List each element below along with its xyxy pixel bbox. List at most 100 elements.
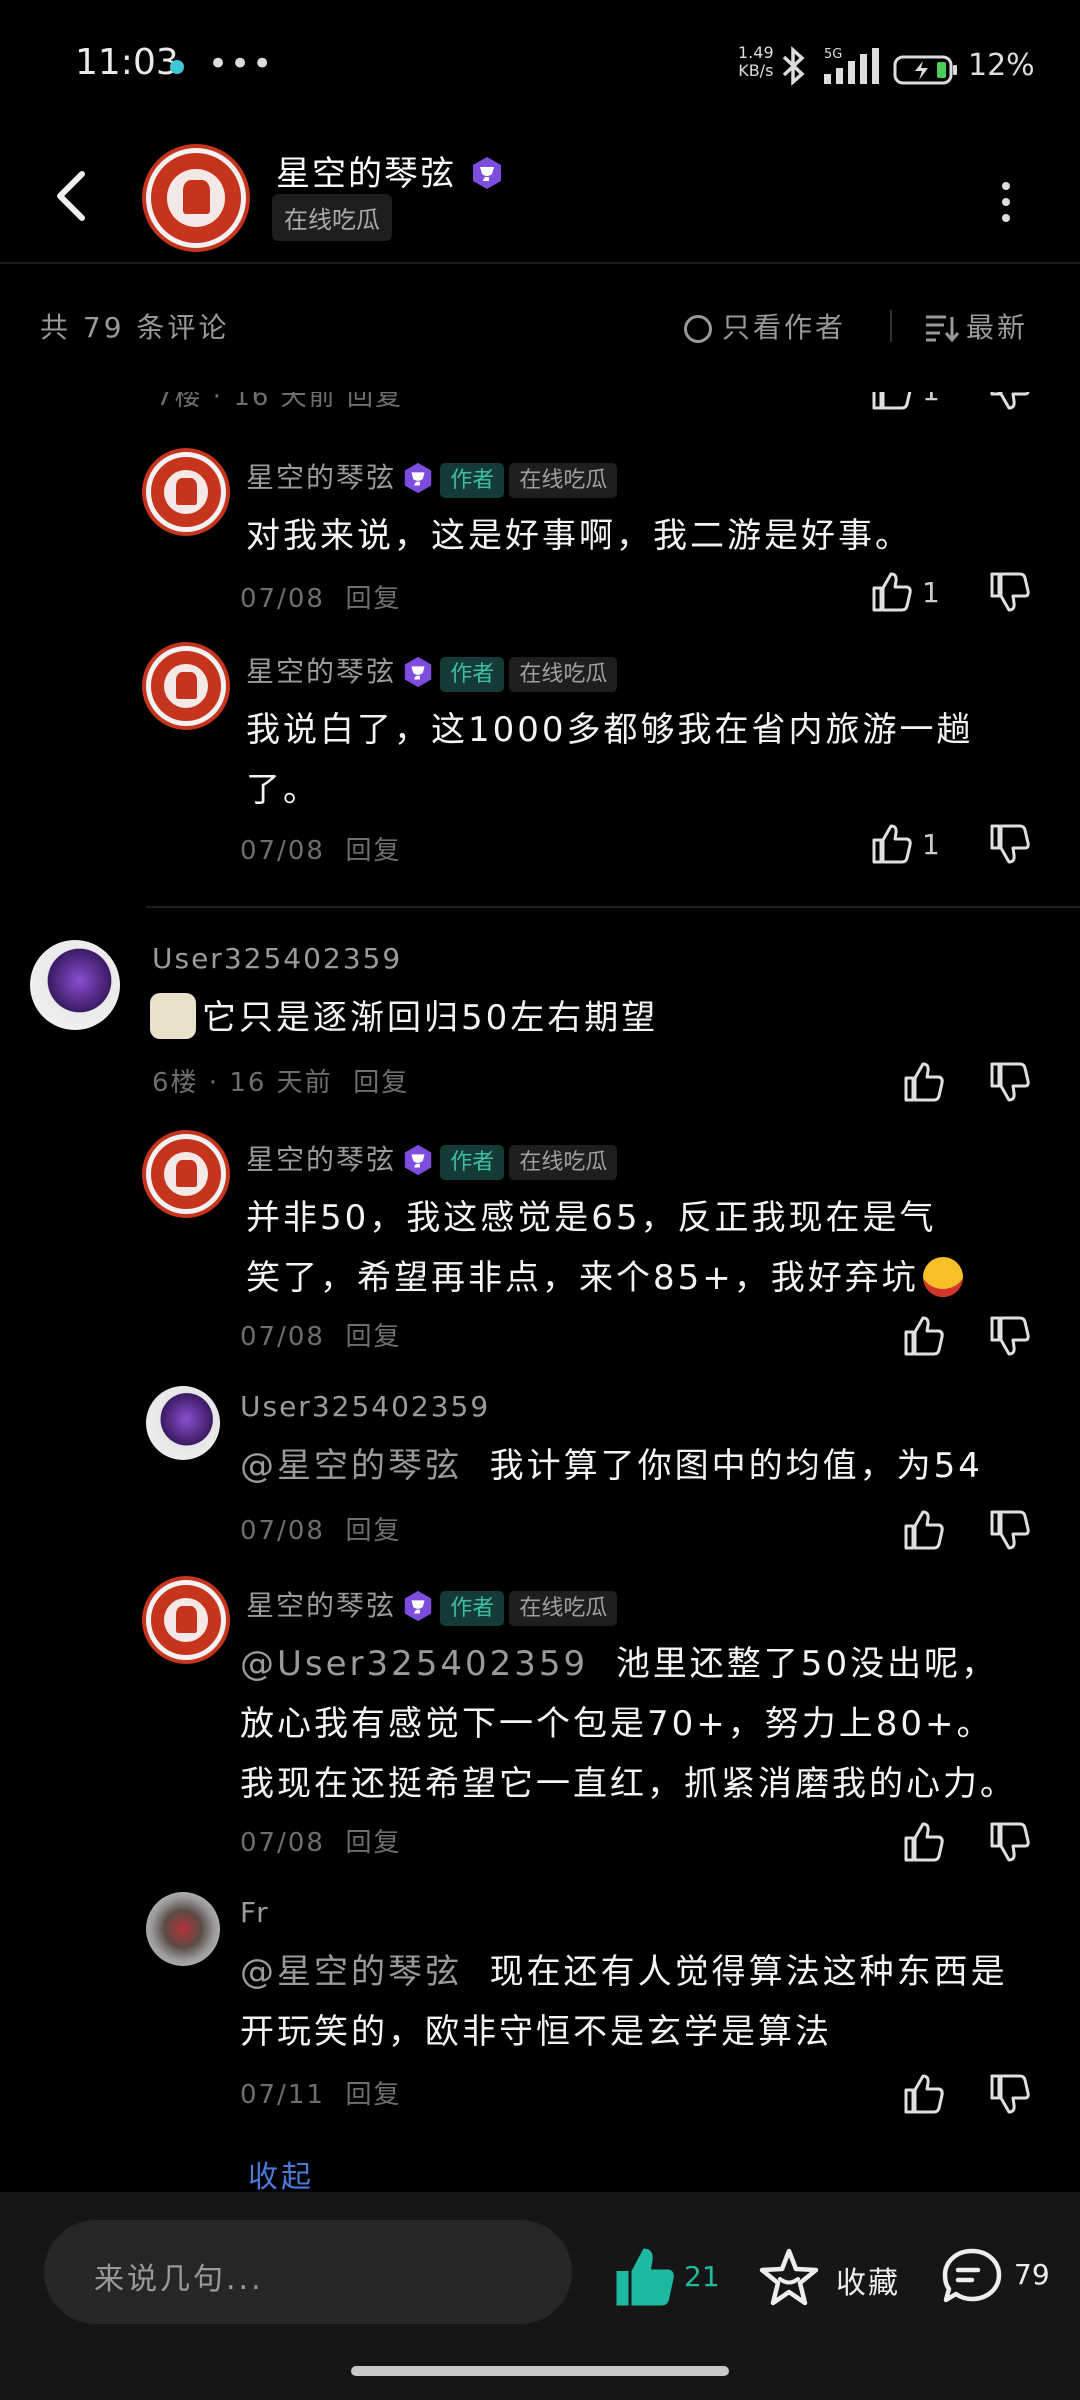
- like-icon[interactable]: [870, 822, 914, 866]
- svg-text:5G: 5G: [824, 47, 842, 62]
- reply-button[interactable]: 回复: [345, 584, 401, 614]
- partial-comment-meta: 7楼 · 16 天前 回复: [156, 392, 403, 412]
- comment-text: 它只是逐渐回归50左右期望: [150, 988, 658, 1048]
- like-icon[interactable]: [902, 1820, 946, 1864]
- sort-icon: [926, 315, 960, 343]
- comment-input[interactable]: 来说几句...: [44, 2220, 572, 2324]
- sort-button[interactable]: 最新: [924, 306, 1028, 346]
- comment-count: 共 79 条评论: [40, 311, 230, 344]
- reply-meta: 07/08 回复: [240, 1322, 402, 1352]
- badge-icon: [404, 1590, 432, 1622]
- reply-text: 对我来说，这是好事啊，我二游是好事。: [246, 516, 912, 556]
- grin-emoji-icon: [922, 1257, 963, 1297]
- reply-header: 星空的琴弦 作者 在线吃瓜: [246, 1138, 618, 1180]
- like-icon[interactable]: [902, 2072, 946, 2116]
- reply-meta: 07/08 回复: [240, 584, 402, 614]
- post-like-count: 21: [684, 2260, 720, 2293]
- dislike-icon[interactable]: [988, 1314, 1032, 1358]
- status-tag: 在线吃瓜: [509, 463, 618, 498]
- mention-link[interactable]: @星空的琴弦: [240, 1952, 462, 1992]
- like-icon[interactable]: [902, 1508, 946, 1552]
- reply-author-name[interactable]: 星空的琴弦: [246, 461, 396, 494]
- comment-icon[interactable]: [940, 2246, 1004, 2308]
- reply-meta: 07/08 回复: [240, 1516, 402, 1546]
- notification-icon: [170, 60, 184, 74]
- only-author-toggle[interactable]: 只看作者: [684, 306, 846, 346]
- reply-avatar[interactable]: [146, 1134, 226, 1214]
- reply-author-name[interactable]: 星空的琴弦: [246, 1589, 396, 1622]
- reply-avatar[interactable]: [146, 646, 226, 726]
- status-tag: 在线吃瓜: [272, 194, 392, 241]
- comment-author-name[interactable]: User325402359: [152, 942, 402, 975]
- reply-header: 星空的琴弦 作者 在线吃瓜: [246, 650, 618, 692]
- dislike-icon[interactable]: [988, 392, 1032, 412]
- reply-author-name[interactable]: Fr: [240, 1896, 270, 1929]
- like-count: 1: [922, 576, 940, 609]
- network-speed: 1.49 KB/s: [738, 43, 774, 80]
- reply-button[interactable]: 回复: [345, 1828, 401, 1858]
- comment-list: 7楼 · 16 天前 回复 1 星空的琴弦 作者 在线吃瓜 对我来说，这是好事啊…: [0, 392, 1080, 2192]
- reply-button[interactable]: 回复: [345, 1322, 401, 1352]
- status-time: 11:03: [75, 42, 179, 83]
- cat-emoji-icon: [150, 993, 196, 1039]
- reply-avatar[interactable]: [146, 1892, 220, 1966]
- author-tag: 作者: [440, 463, 505, 498]
- reply-author-name[interactable]: 星空的琴弦: [246, 655, 396, 688]
- mention-link[interactable]: @User325402359: [240, 1644, 588, 1684]
- star-icon[interactable]: [758, 2246, 820, 2308]
- reply-avatar[interactable]: [146, 452, 226, 532]
- like-icon[interactable]: [902, 1314, 946, 1358]
- more-notifications-icon: •••: [208, 44, 275, 84]
- dislike-icon[interactable]: [988, 570, 1032, 614]
- favorite-label[interactable]: 收藏: [836, 2258, 900, 2302]
- like-filled-icon[interactable]: [612, 2244, 678, 2310]
- reply-avatar[interactable]: [146, 1580, 226, 1660]
- reply-button[interactable]: 回复: [345, 2080, 401, 2110]
- dislike-icon[interactable]: [988, 2072, 1032, 2116]
- reply-text: @星空的琴弦 我计算了你图中的均值，为54: [240, 1446, 983, 1486]
- back-icon[interactable]: [52, 168, 92, 224]
- author-tag: 作者: [440, 1591, 505, 1626]
- author-name[interactable]: 星空的琴弦: [276, 146, 505, 195]
- home-indicator[interactable]: [351, 2366, 729, 2376]
- dislike-icon[interactable]: [988, 1820, 1032, 1864]
- status-tag: 在线吃瓜: [509, 657, 618, 692]
- status-tag: 在线吃瓜: [509, 1145, 618, 1180]
- battery-percent: 12%: [968, 48, 1035, 83]
- bottom-action-bar: 来说几句... 21 收藏 79: [0, 2192, 1080, 2400]
- reply-author-name[interactable]: 星空的琴弦: [246, 1143, 396, 1176]
- reply-button[interactable]: 回复: [345, 836, 401, 866]
- signal-icon: 5G: [824, 47, 879, 84]
- dislike-icon[interactable]: [988, 822, 1032, 866]
- dislike-icon[interactable]: [988, 1508, 1032, 1552]
- comment-count-badge: 79: [1014, 2258, 1050, 2291]
- badge-icon: [404, 462, 432, 494]
- bluetooth-icon: [782, 46, 805, 86]
- reply-meta: 07/08 回复: [240, 1828, 402, 1858]
- like-count: 1: [922, 828, 940, 861]
- reply-button[interactable]: 回复: [353, 1068, 409, 1098]
- like-icon[interactable]: [902, 1060, 946, 1104]
- more-options-icon[interactable]: [1002, 182, 1010, 230]
- comment-toolbar: 共 79 条评论 只看作者 最新: [0, 262, 1080, 392]
- reply-author-name[interactable]: User325402359: [240, 1390, 490, 1423]
- author-tag: 作者: [440, 657, 505, 692]
- post-header: 星空的琴弦 在线吃瓜: [0, 130, 1080, 264]
- reply-avatar[interactable]: [146, 1386, 220, 1460]
- divider: [890, 310, 892, 342]
- mention-link[interactable]: @星空的琴弦: [240, 1446, 462, 1486]
- author-avatar[interactable]: [146, 148, 246, 248]
- badge-icon: [404, 656, 432, 688]
- thread-divider: [146, 906, 1080, 908]
- badge-icon: [404, 1144, 432, 1176]
- reply-header: 星空的琴弦 作者 在线吃瓜: [246, 456, 618, 498]
- collapse-link[interactable]: 收起: [248, 2152, 314, 2192]
- comment-meta: 6楼 · 16 天前 回复: [152, 1068, 410, 1098]
- reply-button[interactable]: 回复: [345, 1516, 401, 1546]
- user-avatar[interactable]: [30, 940, 120, 1030]
- reply-meta: 07/08 回复: [240, 836, 402, 866]
- status-bar: 11:03 ••• 1.49 KB/s 5G 12%: [0, 0, 1080, 130]
- like-icon[interactable]: [870, 392, 914, 412]
- dislike-icon[interactable]: [988, 1060, 1032, 1104]
- like-icon[interactable]: [870, 570, 914, 614]
